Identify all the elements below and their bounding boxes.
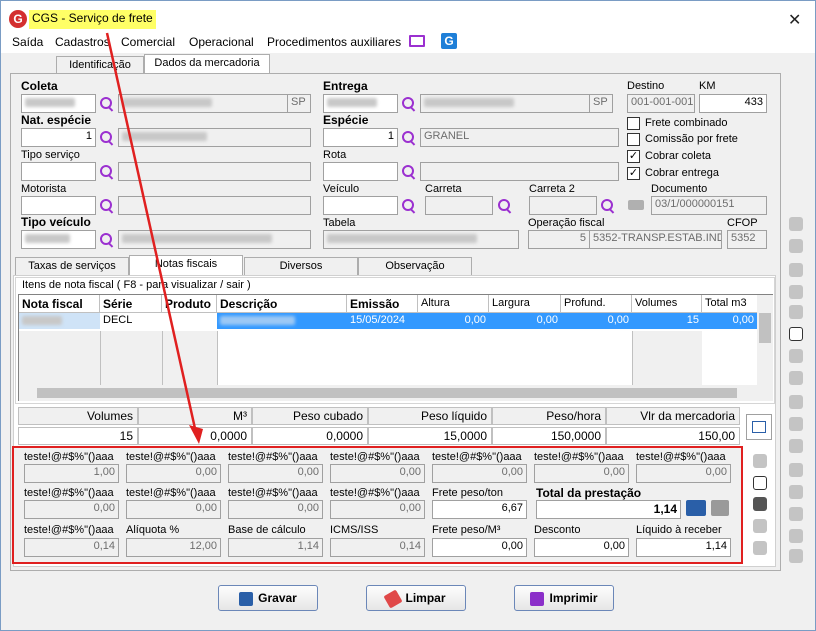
annotation-arrow xyxy=(105,32,203,444)
limpar-button[interactable]: Limpar xyxy=(366,585,466,611)
limpar-label: Limpar xyxy=(405,591,446,605)
gravar-label: Gravar xyxy=(258,591,297,605)
imprimir-label: Imprimir xyxy=(549,591,598,605)
printer-icon xyxy=(530,591,545,606)
gravar-button[interactable]: Gravar xyxy=(218,585,318,611)
save-icon xyxy=(239,591,254,606)
eraser-icon xyxy=(383,589,404,609)
main-window: G CGS - Serviço de frete ✕ Saída Cadastr… xyxy=(0,0,816,631)
imprimir-button[interactable]: Imprimir xyxy=(514,585,614,611)
